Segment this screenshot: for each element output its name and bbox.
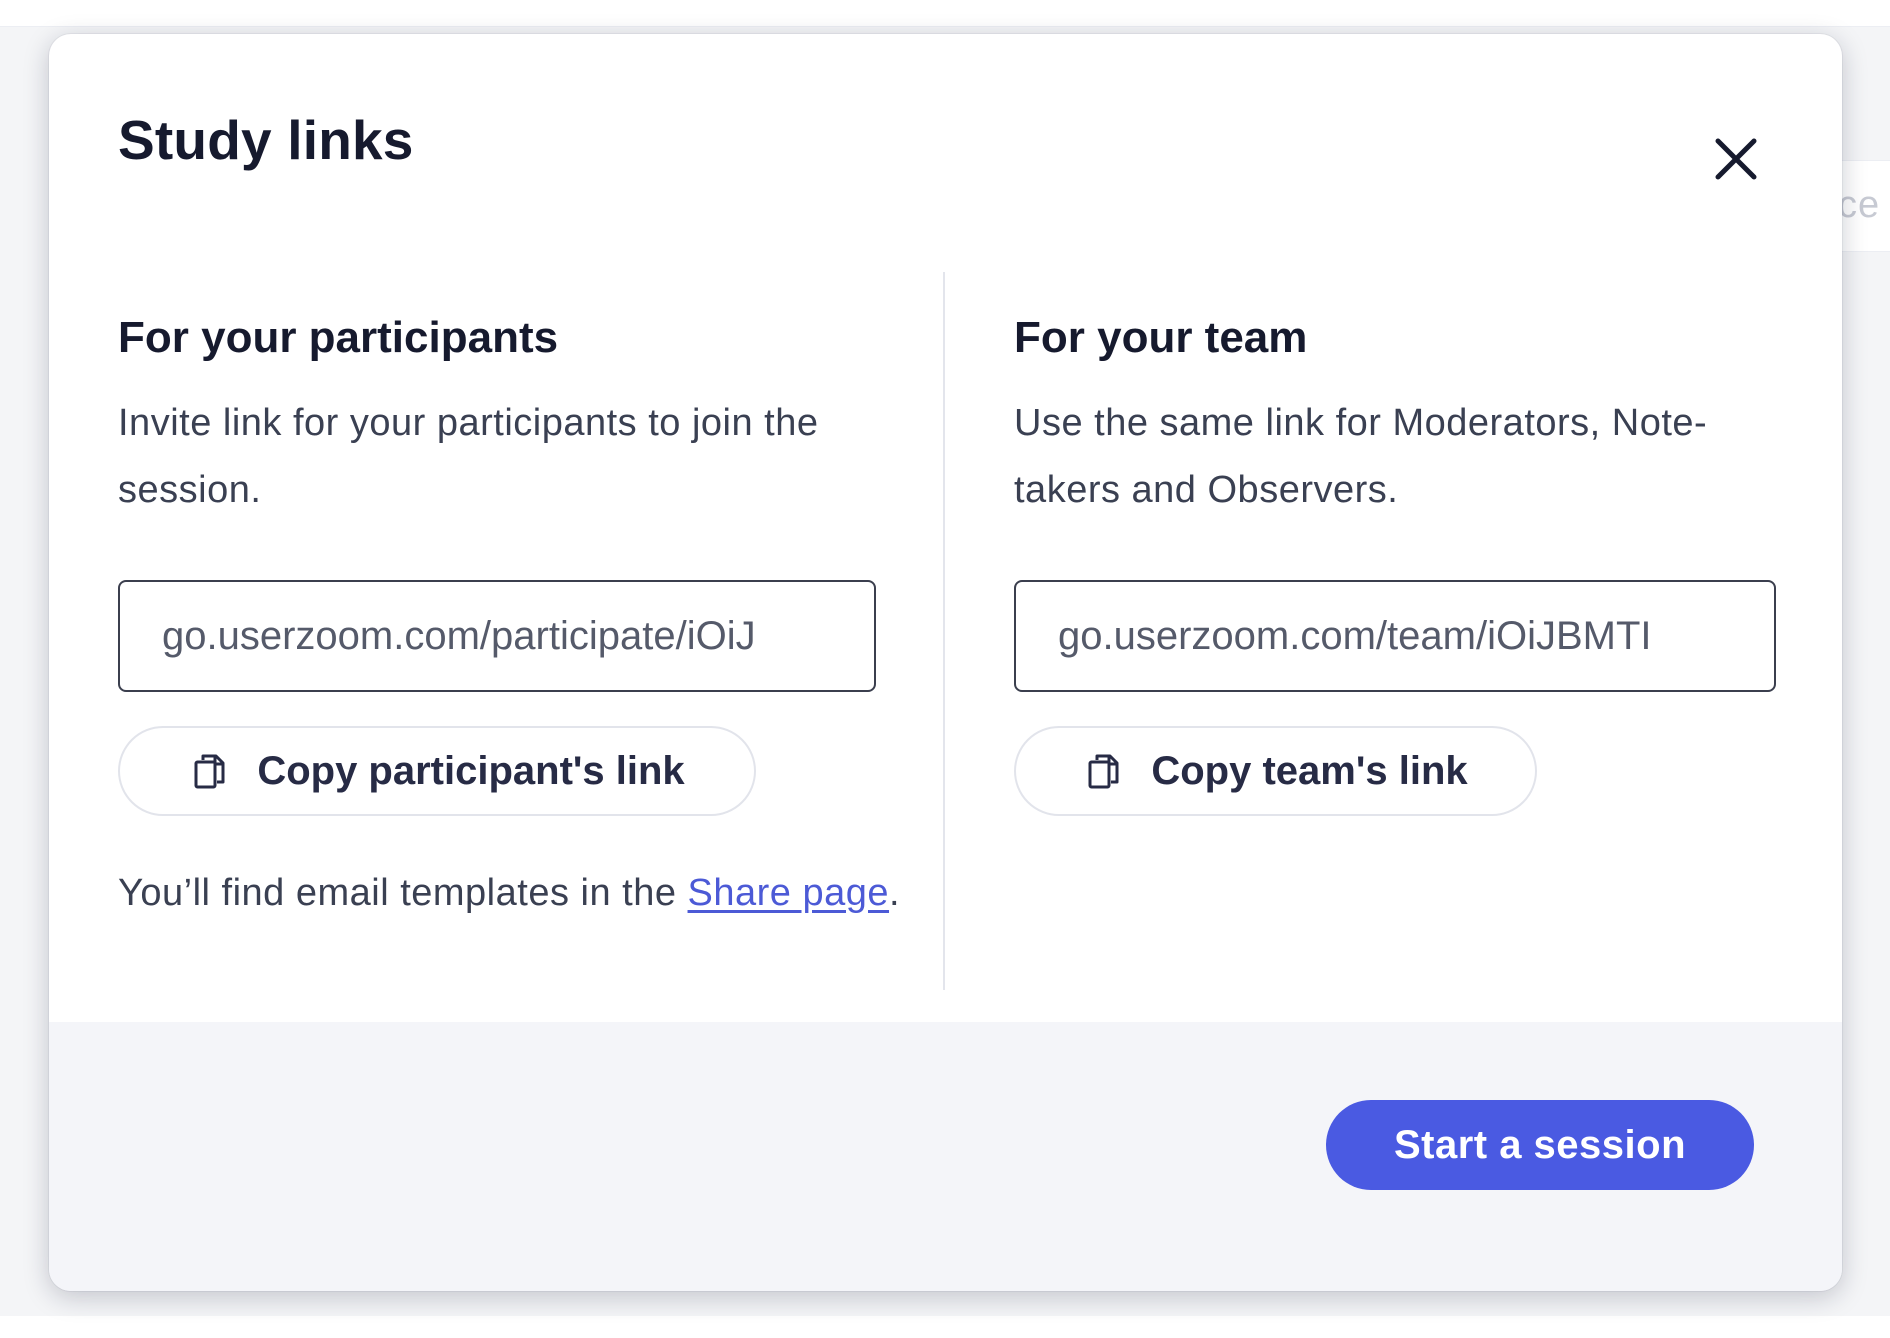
share-note-suffix: .: [889, 872, 901, 915]
team-title: For your team: [1014, 313, 1308, 362]
team-link-input[interactable]: [1014, 580, 1776, 693]
participants-description: Invite link for your participants to joi…: [118, 402, 819, 512]
participants-title: For your participants: [118, 313, 559, 362]
close-button[interactable]: [1701, 124, 1771, 194]
copy-icon: [1083, 751, 1123, 791]
participant-link-input[interactable]: [118, 580, 876, 693]
column-divider: [943, 272, 945, 990]
participants-section: For your participants Invite link for yo…: [118, 272, 908, 927]
background-bottom: [0, 1316, 1890, 1338]
copy-team-link-label: Copy team's link: [1151, 748, 1468, 793]
start-session-button[interactable]: Start a session: [1326, 1100, 1754, 1190]
copy-icon: [189, 751, 229, 791]
close-icon[interactable]: [1714, 137, 1758, 181]
share-page-link[interactable]: Share page: [688, 872, 890, 914]
share-note-prefix: You’ll find email templates in the: [118, 872, 688, 915]
background-text: ce: [1838, 184, 1881, 226]
copy-participant-link-label: Copy participant's link: [257, 748, 685, 793]
modal-footer: Start a session: [49, 1022, 1842, 1291]
team-section: For your team Use the same link for Mode…: [1014, 272, 1784, 817]
copy-participant-link-button[interactable]: Copy participant's link: [118, 726, 756, 817]
copy-team-link-button[interactable]: Copy team's link: [1014, 726, 1537, 817]
modal-title: Study links: [118, 109, 414, 171]
share-page-note: You’ll find email templates in the Share…: [118, 860, 908, 927]
team-description: Use the same link for Moderators, Note-t…: [1014, 402, 1708, 512]
study-links-modal: Study links For your participants Invite…: [49, 34, 1842, 1291]
background-header: [0, 0, 1890, 27]
